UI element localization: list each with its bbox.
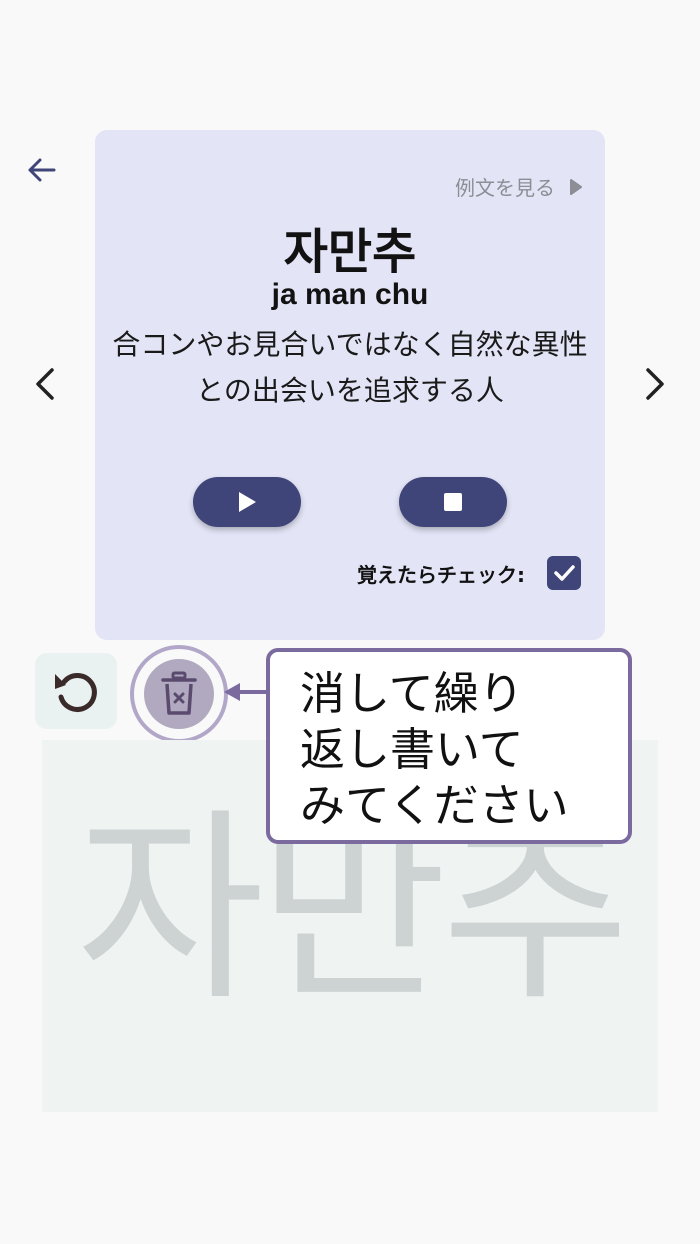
example-sentences-link[interactable]: 例文を見る bbox=[455, 172, 583, 201]
chevron-left-icon bbox=[36, 368, 54, 400]
back-button[interactable] bbox=[22, 150, 62, 190]
clear-canvas-button[interactable] bbox=[144, 659, 214, 729]
undo-button[interactable] bbox=[35, 653, 117, 729]
memorized-label: 覚えたらチェック: bbox=[357, 562, 525, 587]
undo-icon bbox=[55, 673, 97, 712]
tooltip-pointer-arrow bbox=[224, 683, 240, 701]
triangle-right-icon bbox=[570, 178, 582, 195]
stop-audio-button[interactable] bbox=[399, 477, 507, 527]
memorized-checkbox[interactable] bbox=[547, 556, 581, 590]
play-audio-button[interactable] bbox=[193, 477, 301, 527]
tooltip-pointer-line bbox=[238, 690, 268, 694]
memorized-row: 覚えたらチェック: bbox=[357, 556, 581, 590]
trash-icon bbox=[161, 671, 197, 715]
word-meaning: 合コンやお見合いではなく自然な異性との出会いを追求する人 bbox=[112, 328, 588, 407]
previous-card-button[interactable] bbox=[26, 362, 66, 406]
clear-hint-tooltip: 消して繰り 返し書いて みてください bbox=[266, 648, 632, 844]
play-icon bbox=[239, 492, 256, 512]
checkmark-icon bbox=[554, 565, 575, 581]
arrow-left-icon bbox=[28, 158, 56, 182]
clear-button-highlight bbox=[130, 645, 228, 743]
chevron-right-icon bbox=[646, 368, 664, 400]
next-card-button[interactable] bbox=[634, 362, 674, 406]
romanization: ja man chu bbox=[271, 278, 429, 311]
example-link-label: 例文を見る bbox=[455, 176, 555, 200]
korean-word: 자만추 bbox=[283, 224, 417, 280]
stop-icon bbox=[444, 493, 462, 511]
word-card: 例文を見る 자만추 ja man chu 合コンやお見合いではなく自然な異性との… bbox=[95, 130, 605, 640]
